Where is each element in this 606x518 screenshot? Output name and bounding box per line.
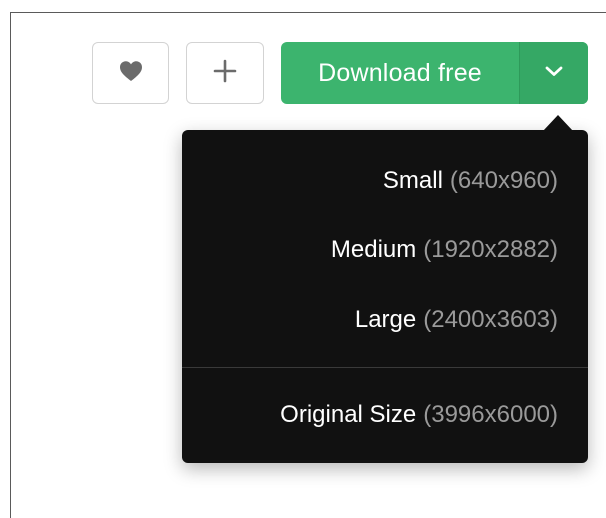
heart-icon bbox=[119, 60, 143, 87]
menu-item-dimensions: (1920x2882) bbox=[423, 236, 558, 263]
like-button[interactable] bbox=[92, 42, 169, 104]
download-options-toggle[interactable] bbox=[519, 42, 588, 104]
menu-item-dimensions: (3996x6000) bbox=[423, 401, 558, 428]
menu-item-small[interactable]: Small (640x960) bbox=[383, 163, 558, 199]
plus-icon bbox=[213, 59, 237, 88]
menu-item-name: Medium bbox=[330, 236, 417, 263]
chevron-down-icon bbox=[544, 64, 564, 83]
menu-divider bbox=[182, 367, 588, 368]
download-free-button[interactable]: Download free bbox=[281, 42, 519, 104]
download-size-menu: Small (640x960) Medium (1920x2882) Large… bbox=[182, 130, 588, 463]
menu-item-medium[interactable]: Medium (1920x2882) bbox=[331, 232, 558, 268]
menu-item-name: Original Size bbox=[280, 401, 417, 428]
menu-caret bbox=[543, 115, 573, 131]
add-to-collection-button[interactable] bbox=[186, 42, 264, 104]
menu-item-large[interactable]: Large (2400x3603) bbox=[355, 302, 558, 338]
menu-item-original-size[interactable]: Original Size (3996x6000) bbox=[280, 397, 558, 433]
menu-item-dimensions: (640x960) bbox=[449, 167, 558, 194]
menu-item-name: Small bbox=[382, 167, 443, 194]
menu-item-name: Large bbox=[354, 306, 417, 333]
download-button-group: Download free bbox=[281, 42, 588, 104]
menu-item-dimensions: (2400x3603) bbox=[423, 306, 558, 333]
